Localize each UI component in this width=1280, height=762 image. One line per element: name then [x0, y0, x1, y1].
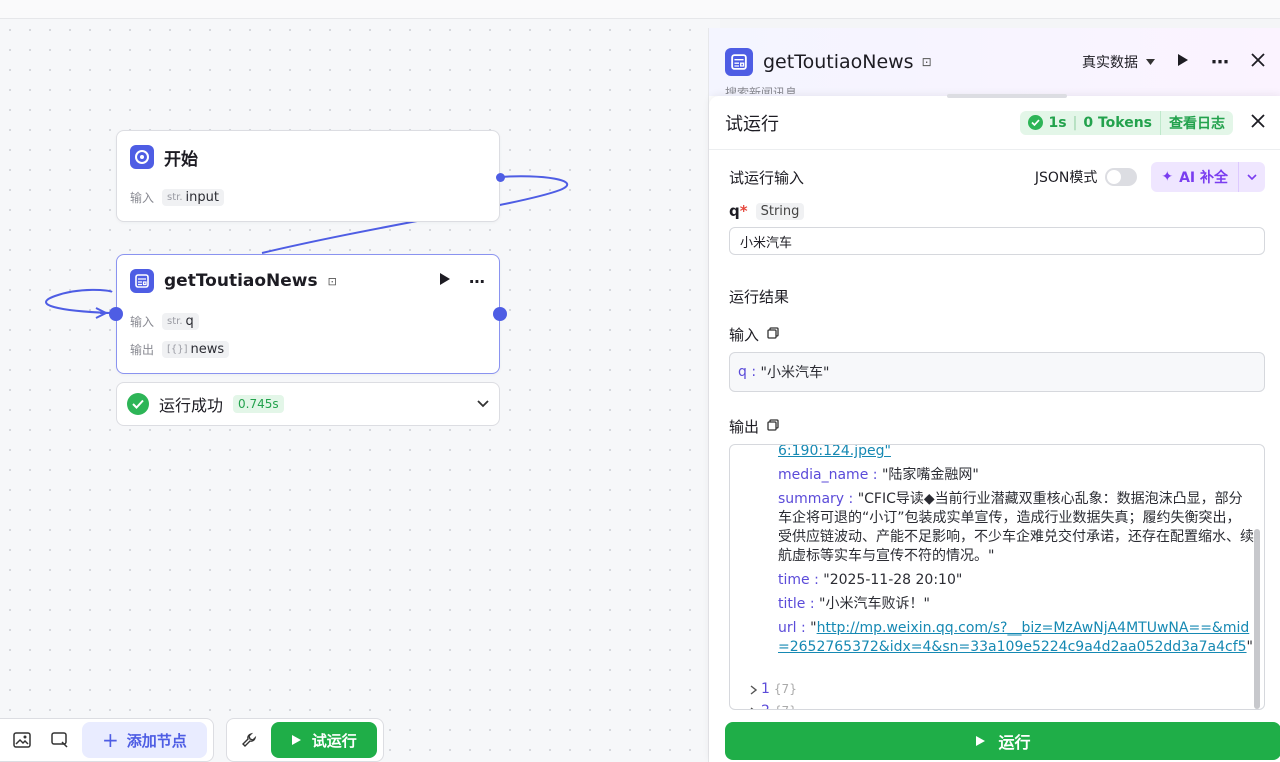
start-node-title: 开始 — [164, 149, 198, 170]
news-output-chip: [{}] news — [162, 340, 230, 358]
workflow-canvas[interactable]: 开始 输入 str. input getToutiaoNews ⊡ ⋯ 输入 st… — [0, 0, 720, 762]
chevron-right-icon — [750, 706, 754, 709]
data-mode-select[interactable]: 真实数据 — [1082, 52, 1155, 72]
param-type: String — [755, 202, 805, 220]
result-input-box: q : "小米汽车" — [729, 352, 1265, 392]
ai-fill-button[interactable]: ✦ AI 补全 — [1151, 162, 1265, 192]
result-title: 运行结果 — [729, 288, 790, 306]
play-icon[interactable] — [1177, 53, 1189, 71]
chevron-down-icon[interactable] — [477, 397, 489, 412]
run-time-badge: 0.745s — [233, 395, 284, 413]
news-output-port[interactable] — [493, 307, 507, 321]
result-output-viewer[interactable]: 6:190:124.jpeg" media_name : "陆家嘴金融网" su… — [729, 444, 1265, 710]
panel-title: getToutiaoNews — [763, 51, 914, 73]
panel-header: getToutiaoNews ⊡ 真实数据 ⋯ 搜索新闻讯息 — [709, 28, 1280, 96]
connection-lines — [45, 175, 569, 319]
time-value: "2025-11-28 20:10" — [823, 572, 963, 588]
close-icon[interactable] — [1251, 53, 1265, 71]
view-log-link[interactable]: 查看日志 — [1161, 111, 1233, 135]
result-output-label: 输出 — [729, 418, 760, 436]
start-input-chip: str. input — [162, 188, 224, 206]
chevron-right-icon — [750, 684, 757, 695]
media-name-value: "陆家嘴金融网" — [881, 467, 979, 483]
trial-run-label: 试运行 — [311, 731, 357, 750]
run-status-bar[interactable]: 运行成功 0.745s — [116, 382, 500, 426]
add-node-label: 添加节点 — [126, 731, 187, 750]
collapsed-item-1[interactable]: 1 {7} — [750, 680, 797, 699]
run-button[interactable]: 运行 — [725, 722, 1280, 760]
plus-icon: + — [102, 728, 119, 752]
trial-run-button[interactable]: 试运行 — [270, 722, 377, 758]
start-icon — [130, 145, 154, 169]
more-icon[interactable]: ⋯ — [1211, 52, 1229, 73]
news-input-port[interactable] — [109, 307, 123, 321]
image-url-tail[interactable]: 6:190:124.jpeg" — [778, 445, 891, 459]
news-node[interactable]: getToutiaoNews ⊡ ⋯ 输入 str. q 输出 [{}] news — [116, 254, 500, 374]
top-bar — [0, 0, 1280, 19]
ai-fill-dropdown[interactable] — [1239, 162, 1265, 192]
caret-down-icon — [1146, 59, 1155, 65]
image-icon[interactable] — [6, 724, 38, 756]
result-input-label: 输入 — [729, 326, 760, 344]
sparkle-icon: ✦ — [1161, 169, 1174, 185]
url-link[interactable]: http://mp.weixin.qq.com/s?__biz=MzAwNjA4… — [778, 620, 1249, 655]
node-more-icon[interactable]: ⋯ — [469, 272, 486, 291]
collapsed-item-2[interactable]: 2 {7} — [750, 702, 797, 709]
run-button-label: 运行 — [998, 733, 1031, 752]
run-status-pill: 1s | 0 Tokens 查看日志 — [1019, 110, 1233, 135]
drag-handle[interactable] — [947, 94, 1067, 98]
trial-run-panel: 试运行 1s | 0 Tokens 查看日志 试运行输入 JSON模式 ✦ AI… — [709, 94, 1280, 762]
news-icon — [725, 48, 753, 76]
param-name: q* — [729, 202, 748, 220]
news-input-label: 输入 — [130, 314, 155, 329]
trial-input-title: 试运行输入 — [729, 168, 805, 187]
plugin-icon: ⊡ — [327, 274, 337, 288]
close-trial-icon[interactable] — [1251, 113, 1265, 132]
copy-icon[interactable] — [767, 418, 779, 435]
news-output-label: 输出 — [130, 342, 155, 357]
start-input-label: 输入 — [130, 190, 155, 205]
status-time: 1s — [1048, 114, 1067, 131]
trial-title: 试运行 — [725, 113, 779, 135]
success-check-icon — [127, 393, 149, 415]
node-play-icon[interactable] — [439, 272, 451, 290]
start-node[interactable]: 开始 输入 str. input — [116, 130, 500, 222]
add-node-button[interactable]: + 添加节点 — [82, 722, 207, 758]
status-tokens: 0 Tokens — [1083, 114, 1152, 131]
plugin-icon: ⊡ — [921, 55, 932, 69]
wrench-icon[interactable] — [233, 724, 265, 756]
title-value: "小米汽车败诉！" — [819, 596, 930, 612]
success-check-icon — [1027, 115, 1043, 130]
play-icon — [291, 735, 301, 745]
start-output-port[interactable] — [496, 173, 505, 182]
comment-icon[interactable] — [44, 724, 76, 756]
node-detail-panel: getToutiaoNews ⊡ 真实数据 ⋯ 搜索新闻讯息 试运行 1s | … — [708, 28, 1280, 762]
news-input-chip: str. q — [162, 312, 199, 330]
json-mode-label: JSON模式 — [1034, 170, 1098, 186]
output-scrollbar[interactable] — [1254, 529, 1260, 709]
play-icon — [976, 736, 986, 746]
param-q-input[interactable]: 小米汽车 — [729, 227, 1265, 255]
bottom-toolbar: + 添加节点 试运行 — [0, 718, 384, 762]
panel-description: 搜索新闻讯息 — [725, 86, 798, 94]
json-mode-toggle[interactable] — [1105, 168, 1138, 186]
news-icon — [130, 269, 154, 293]
news-node-title: getToutiaoNews — [164, 271, 318, 291]
run-status-label: 运行成功 — [159, 396, 224, 415]
copy-icon[interactable] — [767, 326, 779, 343]
